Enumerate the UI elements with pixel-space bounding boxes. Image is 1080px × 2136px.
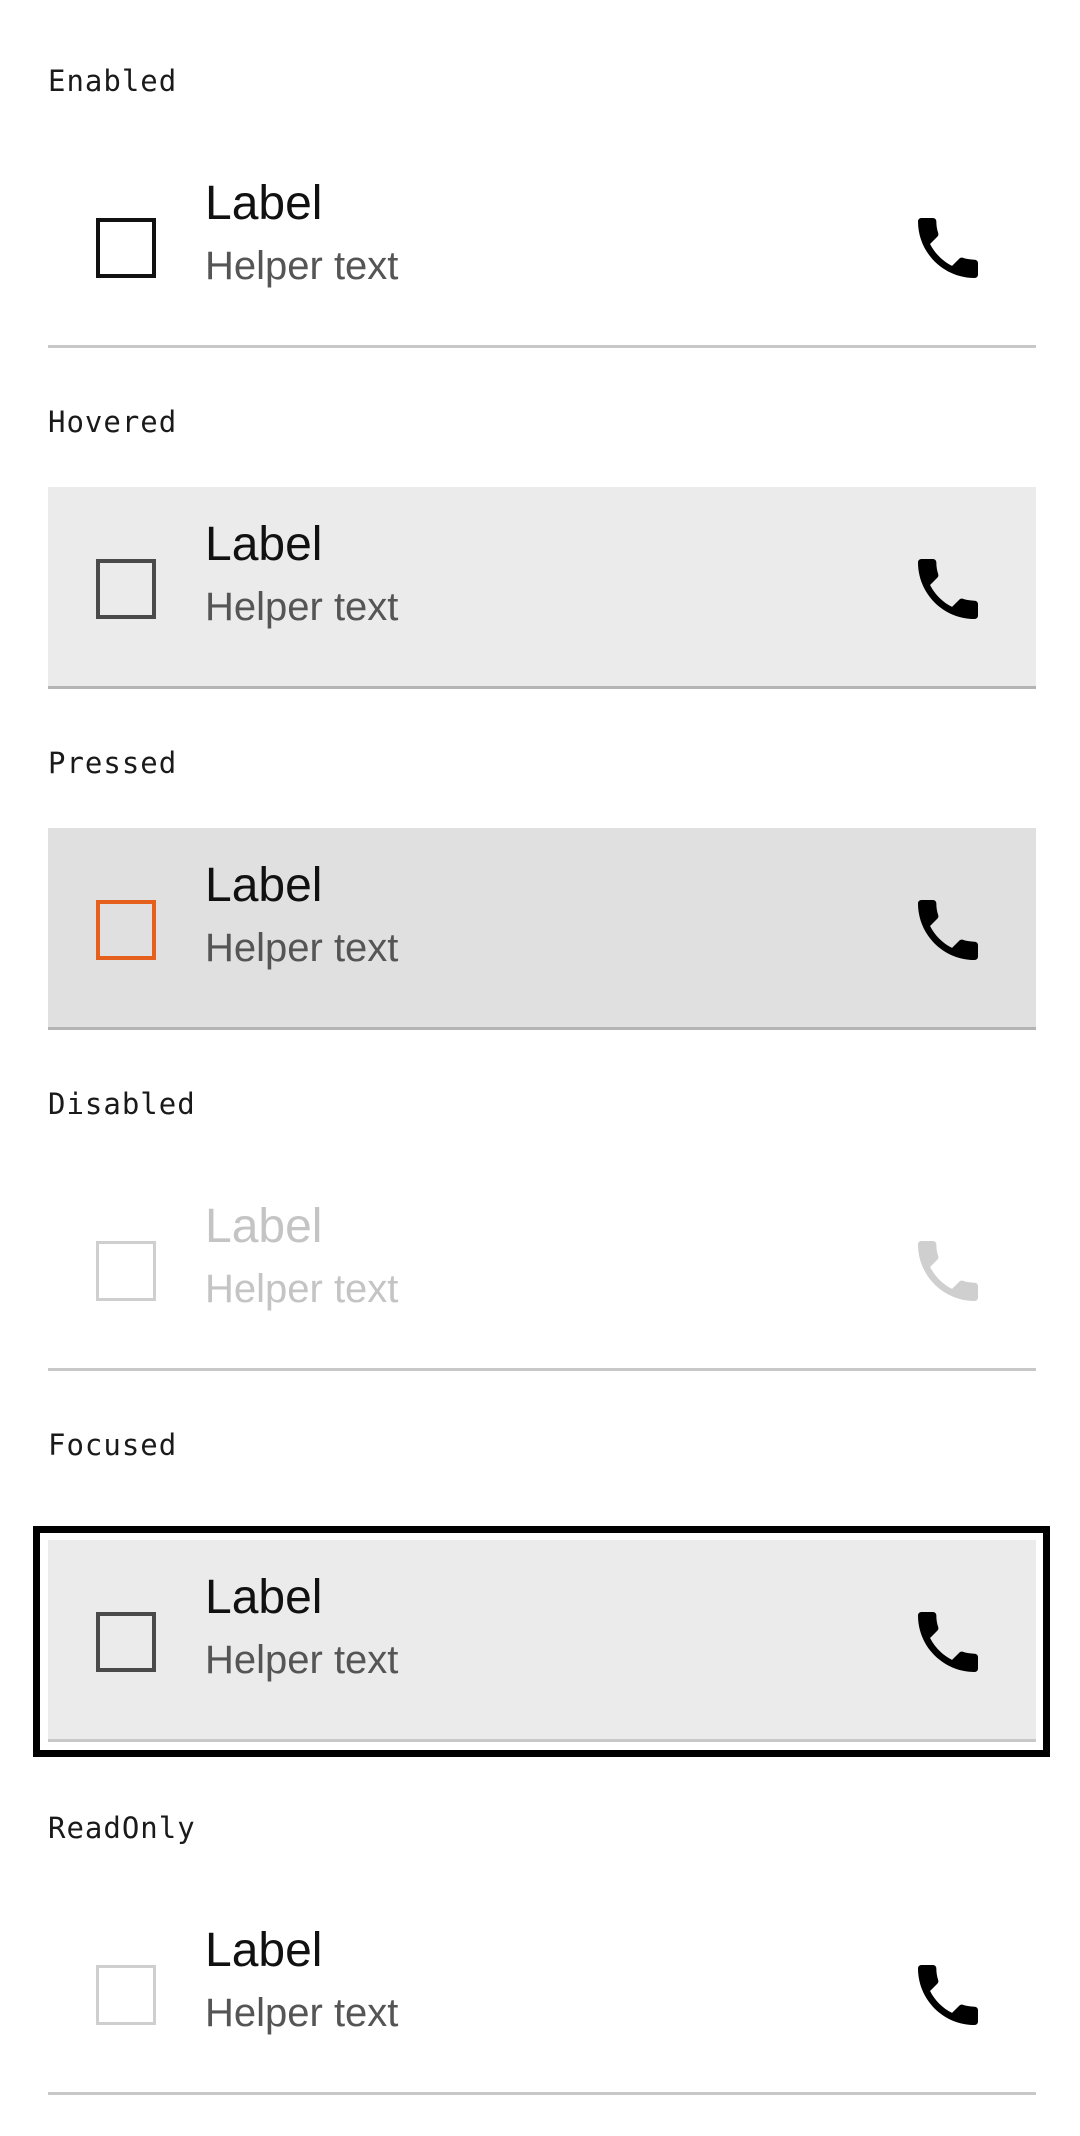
state-caption-enabled: Enabled [48,64,178,98]
item-label: Label [205,518,323,571]
item-label: Label [205,1200,323,1253]
phone-icon[interactable] [908,208,988,288]
phone-icon[interactable] [908,549,988,629]
checkbox[interactable] [96,218,156,278]
item-helper-text: Helper text [205,1267,399,1311]
list-item-focused[interactable]: Label Helper text [48,1540,1036,1742]
phone-icon [908,1955,988,2035]
item-helper-text: Helper text [205,1991,399,2035]
list-item-enabled[interactable]: Label Helper text [48,146,1036,348]
checkbox[interactable] [96,559,156,619]
item-helper-text: Helper text [205,1638,399,1682]
state-caption-disabled: Disabled [48,1087,196,1121]
checkbox[interactable] [96,1612,156,1672]
item-label: Label [205,1571,323,1624]
phone-icon[interactable] [908,1602,988,1682]
phone-icon[interactable] [908,890,988,970]
list-item-disabled: Label Helper text [48,1169,1036,1371]
checkbox[interactable] [96,900,156,960]
state-caption-focused: Focused [48,1428,178,1462]
item-helper-text: Helper text [205,585,399,629]
list-item-hovered[interactable]: Label Helper text [48,487,1036,689]
list-item-pressed[interactable]: Label Helper text [48,828,1036,1030]
state-caption-readonly: ReadOnly [48,1811,196,1845]
item-label: Label [205,177,323,230]
checkbox [96,1241,156,1301]
phone-icon [908,1231,988,1311]
checkbox [96,1965,156,2025]
state-caption-pressed: Pressed [48,746,178,780]
item-helper-text: Helper text [205,244,399,288]
item-label: Label [205,1924,323,1977]
item-helper-text: Helper text [205,926,399,970]
state-caption-hovered: Hovered [48,405,178,439]
item-label: Label [205,859,323,912]
list-item-readonly: Label Helper text [48,1893,1036,2095]
